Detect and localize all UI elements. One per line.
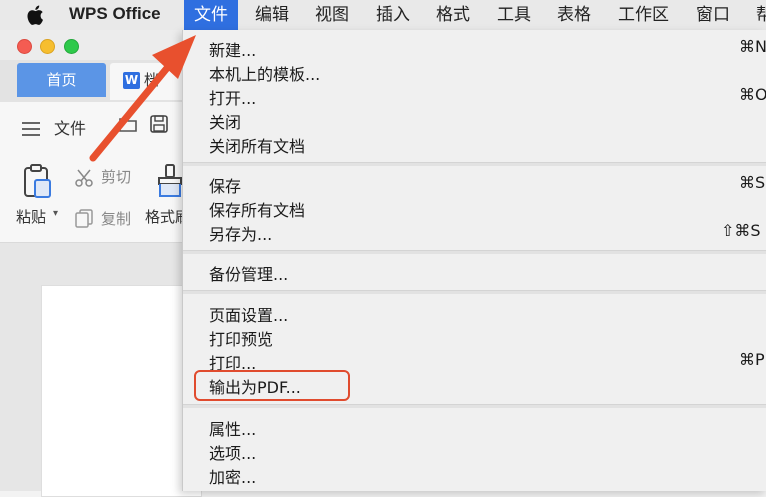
- file-dropdown-menu: 新建... ⌘N 本机上的模板... 打开... ⌘O 关闭 关闭所有文档 保存…: [182, 30, 766, 491]
- menu-item-options[interactable]: 选项...: [209, 440, 256, 464]
- paste-dropdown-icon[interactable]: ▾: [53, 208, 58, 219]
- paste-icon[interactable]: [22, 164, 52, 198]
- menu-bar: WPS Office 文件 编辑 视图 插入 格式 工具 表格 工作区 窗口 帮: [0, 0, 766, 31]
- menu-item-close-all[interactable]: 关闭所有文档: [209, 133, 305, 157]
- file-menu-button[interactable]: 文件: [54, 115, 86, 139]
- menu-workspace[interactable]: 工作区: [608, 0, 679, 30]
- menu-edit[interactable]: 编辑: [245, 0, 299, 30]
- copy-button[interactable]: 复制: [101, 208, 131, 229]
- menu-file[interactable]: 文件: [184, 0, 238, 30]
- toolbar: 文件 粘贴 ▾ 剪切 复制 格式刷: [0, 102, 200, 243]
- menu-insert[interactable]: 插入: [366, 0, 420, 30]
- tab-home[interactable]: 首页: [17, 63, 106, 97]
- menu-item-print-preview[interactable]: 打印预览: [209, 326, 273, 350]
- open-folder-icon[interactable]: [118, 114, 138, 134]
- tab-bar: 首页 W 档: [0, 60, 200, 102]
- copy-icon[interactable]: [74, 208, 94, 228]
- menu-view[interactable]: 视图: [305, 0, 359, 30]
- hamburger-menu-icon[interactable]: [22, 122, 40, 136]
- word-doc-icon: W: [123, 72, 140, 89]
- cut-button[interactable]: 剪切: [101, 166, 131, 187]
- shortcut-open: ⌘O: [739, 85, 766, 104]
- save-icon[interactable]: [149, 114, 169, 134]
- menu-item-page-setup[interactable]: 页面设置...: [209, 302, 288, 326]
- menu-item-save[interactable]: 保存: [209, 173, 241, 197]
- menu-item-save-all[interactable]: 保存所有文档: [209, 197, 305, 221]
- menu-item-backup-manager[interactable]: 备份管理...: [209, 261, 288, 285]
- menu-separator: [183, 404, 766, 408]
- tab-document-label: 档: [144, 71, 160, 89]
- close-window-button[interactable]: [17, 39, 32, 54]
- menu-format[interactable]: 格式: [426, 0, 480, 30]
- menu-separator: [183, 250, 766, 254]
- scissors-icon[interactable]: [74, 168, 94, 188]
- apple-icon[interactable]: [26, 4, 44, 26]
- menu-item-open[interactable]: 打开...: [209, 85, 256, 109]
- menu-item-save-as[interactable]: 另存为...: [209, 221, 272, 245]
- shortcut-print: ⌘P: [739, 350, 765, 369]
- menu-tools[interactable]: 工具: [487, 0, 541, 30]
- menu-separator: [183, 162, 766, 166]
- menu-item-close[interactable]: 关闭: [209, 109, 241, 133]
- menu-window[interactable]: 窗口: [686, 0, 740, 30]
- menu-table[interactable]: 表格: [547, 0, 601, 30]
- shortcut-save: ⌘S: [739, 173, 766, 192]
- menu-help[interactable]: 帮: [746, 0, 766, 30]
- wps-window: 首页 W 档 文件 粘贴 ▾ 剪切 复制 格式刷: [0, 30, 202, 497]
- format-painter-icon[interactable]: [156, 164, 184, 198]
- menu-item-new[interactable]: 新建...: [209, 37, 256, 61]
- shortcut-save-as: ⇧⌘S: [721, 221, 761, 240]
- menu-separator: [183, 290, 766, 294]
- minimize-window-button[interactable]: [40, 39, 55, 54]
- document-page[interactable]: [41, 285, 202, 497]
- menu-item-encrypt[interactable]: 加密...: [209, 464, 256, 488]
- shortcut-new: ⌘N: [739, 37, 766, 56]
- menu-item-local-templates[interactable]: 本机上的模板...: [209, 61, 320, 85]
- document-canvas: [0, 243, 202, 497]
- export-pdf-highlight-box: [194, 370, 350, 401]
- zoom-window-button[interactable]: [64, 39, 79, 54]
- app-name[interactable]: WPS Office: [69, 4, 161, 24]
- paste-button[interactable]: 粘贴: [16, 206, 46, 227]
- menu-item-properties[interactable]: 属性...: [209, 416, 256, 440]
